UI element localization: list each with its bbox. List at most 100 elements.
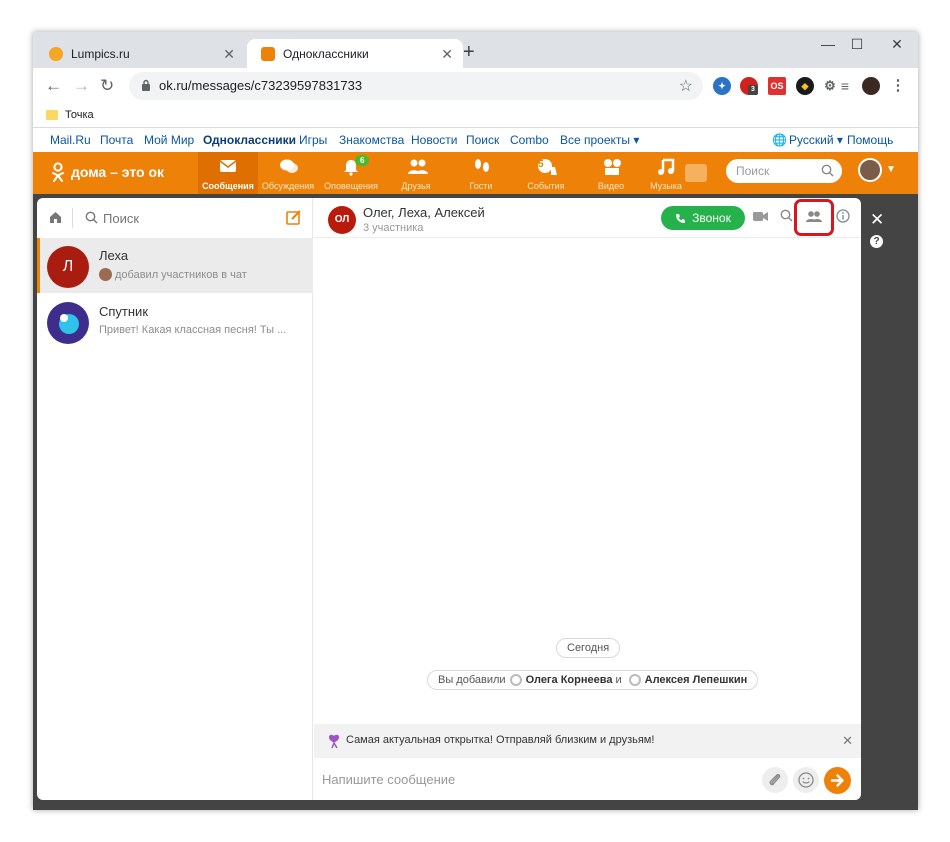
chat-preview-text: добавил участников в чат bbox=[115, 268, 247, 281]
extension-os-icon[interactable]: OS bbox=[768, 77, 786, 95]
portal-link-poisk[interactable]: Поиск bbox=[466, 133, 499, 147]
tab-lumpics[interactable]: Lumpics.ru ✕ bbox=[35, 39, 245, 68]
menu-dots-icon[interactable]: ⋮ bbox=[889, 77, 907, 95]
participants-count: 3 участника bbox=[363, 222, 424, 234]
language-select[interactable]: Русский ▾ bbox=[789, 133, 843, 147]
system-message-conj: и bbox=[615, 674, 622, 686]
smiley-icon bbox=[798, 772, 814, 788]
music-play-icon[interactable] bbox=[685, 164, 707, 182]
bookmark-star-icon[interactable]: ☆ bbox=[679, 76, 693, 96]
user-mini-avatar-icon bbox=[509, 674, 522, 686]
address-bar[interactable]: ok.ru/messages/c73239597831733 ☆ bbox=[129, 72, 703, 100]
portal-link-moymir[interactable]: Мой Мир bbox=[144, 133, 194, 147]
profile-avatar[interactable] bbox=[862, 77, 880, 95]
compose-icon[interactable] bbox=[286, 209, 302, 225]
browser-toolbar: ← → ↻ ok.ru/messages/c73239597831733 ☆ ✦… bbox=[33, 68, 918, 104]
extension-red-icon[interactable]: 3 bbox=[740, 77, 758, 95]
portal-link-znakomstva[interactable]: Знакомства bbox=[339, 133, 404, 147]
globe-icon: 🌐 bbox=[772, 133, 787, 147]
nav-label: Оповещения bbox=[324, 181, 378, 191]
tab-odnoklassniki[interactable]: Одноклассники ✕ bbox=[247, 39, 463, 68]
help-icon[interactable]: ? bbox=[870, 235, 883, 248]
footprints-icon bbox=[475, 159, 489, 172]
nav-label: События bbox=[527, 181, 565, 191]
new-tab-button[interactable]: + bbox=[463, 41, 475, 64]
tab-title: Lumpics.ru bbox=[71, 46, 130, 61]
ok-logo-text: дома – это ок bbox=[71, 164, 164, 180]
nav-notifications[interactable]: 6 Оповещения bbox=[321, 152, 381, 194]
conversation-title[interactable]: Олег, Леха, Алексей bbox=[363, 205, 485, 220]
nav-friends[interactable]: Друзья bbox=[386, 152, 446, 194]
nav-discussions[interactable]: Обсуждения bbox=[258, 152, 318, 194]
message-composer bbox=[314, 758, 861, 800]
nav-label: Музыка bbox=[650, 181, 682, 191]
nav-video[interactable]: Видео bbox=[581, 152, 641, 194]
emoji-button[interactable] bbox=[793, 767, 819, 793]
extension-shield-icon[interactable]: ◆ bbox=[796, 77, 814, 95]
attach-button[interactable] bbox=[762, 767, 788, 793]
home-icon[interactable] bbox=[49, 211, 62, 224]
help-link[interactable]: Помощь bbox=[847, 133, 893, 147]
close-messenger-icon[interactable]: ✕ bbox=[870, 210, 884, 230]
portal-link-igry[interactable]: Игры bbox=[299, 133, 327, 147]
chat-bubbles-icon bbox=[280, 159, 298, 173]
notifications-badge: 6 bbox=[355, 155, 370, 166]
nav-label: Обсуждения bbox=[261, 181, 315, 191]
maximize-button[interactable]: ☐ bbox=[839, 36, 875, 53]
forward-arrow-icon[interactable]: → bbox=[73, 76, 90, 96]
promo-close-icon[interactable]: ✕ bbox=[842, 733, 853, 749]
chat-item-lekha[interactable]: Л Леха добавил участников в чат bbox=[37, 238, 313, 293]
divider bbox=[72, 208, 73, 228]
chevron-down-icon[interactable]: ▼ bbox=[886, 164, 896, 175]
url-text: ok.ru/messages/c73239597831733 bbox=[159, 78, 363, 93]
ok-user-avatar[interactable] bbox=[858, 158, 882, 182]
ok-navbar: дома – это ок Сообщения Обсуждения 6 Опо… bbox=[33, 152, 918, 194]
reload-icon[interactable]: ↻ bbox=[100, 76, 114, 96]
portal-link-novosti[interactable]: Новости bbox=[411, 133, 457, 147]
chat-name: Спутник bbox=[99, 304, 149, 319]
playlist-icon[interactable]: ≡ bbox=[836, 77, 854, 95]
video-call-icon[interactable] bbox=[753, 211, 768, 222]
nav-events[interactable]: 5 События bbox=[516, 152, 576, 194]
ok-logo-icon bbox=[52, 162, 64, 182]
ok-favicon-icon bbox=[261, 46, 275, 61]
user-mini-avatar-icon bbox=[628, 674, 641, 686]
conversation-header: ОЛ Олег, Леха, Алексей 3 участника Звоно… bbox=[314, 198, 861, 238]
ok-search-input[interactable]: Поиск bbox=[726, 159, 842, 183]
system-message-user2[interactable]: Алексея Лепешкин bbox=[645, 674, 748, 686]
tab-close-icon[interactable]: ✕ bbox=[223, 46, 235, 63]
postcard-icon bbox=[328, 734, 340, 749]
tab-close-icon[interactable]: ✕ bbox=[441, 46, 453, 63]
info-icon[interactable] bbox=[836, 209, 850, 223]
close-window-button[interactable]: ✕ bbox=[879, 36, 915, 53]
portal-link-pochta[interactable]: Почта bbox=[100, 133, 133, 147]
portal-links-bar: Mail.Ru Почта Мой Мир Одноклассники Игры… bbox=[33, 128, 918, 152]
tab-title: Одноклассники bbox=[283, 46, 369, 61]
chat-item-sputnik[interactable]: Спутник Привет! Какая классная песня! Ты… bbox=[37, 294, 313, 349]
bookmarks-bar: Точка bbox=[33, 104, 918, 128]
message-input[interactable] bbox=[322, 767, 742, 791]
group-avatar[interactable]: ОЛ bbox=[328, 206, 356, 234]
portal-link-ok[interactable]: Одноклассники bbox=[203, 133, 296, 147]
members-icon[interactable] bbox=[806, 210, 822, 223]
back-arrow-icon[interactable]: ← bbox=[45, 76, 62, 96]
search-icon[interactable] bbox=[780, 209, 793, 222]
system-message-prefix: Вы добавили bbox=[438, 674, 506, 686]
nav-label: Видео bbox=[597, 181, 625, 191]
call-button[interactable]: Звонок bbox=[661, 206, 745, 230]
mini-avatar-icon bbox=[99, 268, 112, 281]
portal-link-combo[interactable]: Combo bbox=[510, 133, 549, 147]
system-message-user1[interactable]: Олега Корнеева bbox=[526, 674, 613, 686]
send-button[interactable] bbox=[824, 767, 851, 794]
portal-link-mailru[interactable]: Mail.Ru bbox=[50, 133, 91, 147]
chat-preview: добавил участников в чат bbox=[99, 268, 299, 281]
portal-link-all-projects[interactable]: Все проекты ▾ bbox=[560, 133, 639, 147]
extension-icon[interactable]: ✦ bbox=[713, 77, 731, 95]
chat-search-input[interactable] bbox=[103, 208, 263, 228]
chat-name: Леха bbox=[99, 248, 129, 263]
ok-logo[interactable]: дома – это ок bbox=[51, 162, 164, 182]
bookmark-tochka[interactable]: Точка bbox=[65, 109, 94, 121]
nav-guests[interactable]: Гости bbox=[451, 152, 511, 194]
promo-banner[interactable]: Самая актуальная открытка! Отправляй бли… bbox=[314, 724, 861, 758]
nav-messages[interactable]: Сообщения bbox=[198, 152, 258, 194]
